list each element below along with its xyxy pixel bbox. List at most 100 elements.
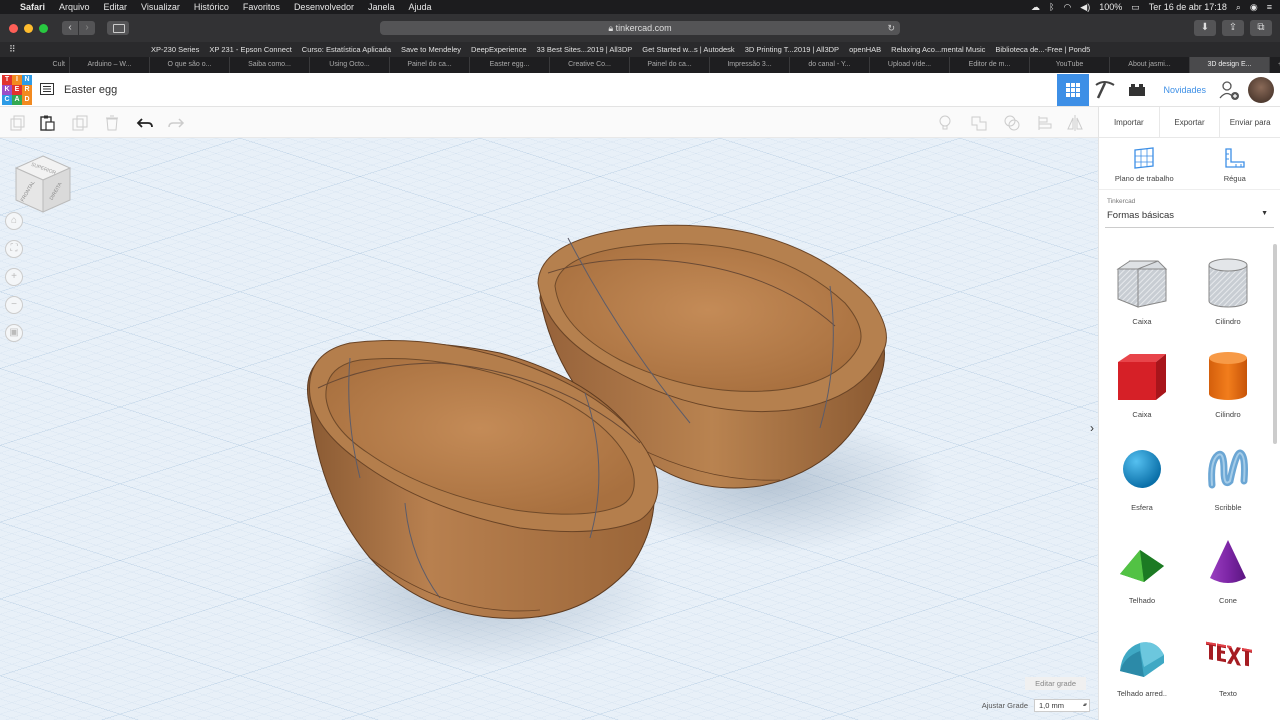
menu-janela[interactable]: Janela [368,2,395,12]
bookmark-item[interactable]: Biblioteca de...-Free | Pond5 [995,45,1090,54]
shape-box-hole[interactable]: Caixa [1099,255,1185,348]
mirror-icon[interactable] [1066,114,1084,132]
browser-tab[interactable]: Impressão 3... [710,57,790,73]
bookmark-item[interactable]: 3D Printing T...2019 | All3DP [745,45,839,54]
design-list-icon[interactable] [40,83,54,95]
home-view-button[interactable]: ⌂ [5,212,23,230]
menu-app[interactable]: Safari [20,2,45,12]
shape-sphere[interactable]: Esfera [1099,441,1185,534]
shape-roof[interactable]: Telhado [1099,534,1185,627]
battery-status[interactable]: 100% [1099,2,1122,12]
bricks-button[interactable] [1121,74,1153,106]
workplane-tool[interactable]: Plano de trabalho [1099,138,1190,189]
tinkercad-logo[interactable]: TINKERCAD [2,75,32,105]
view-cube[interactable]: SUPERIOR FRONTAL DIREITA [14,154,72,216]
ungroup-icon[interactable] [1003,114,1021,132]
browser-tab[interactable]: Using Octo... [310,57,390,73]
spotlight-icon[interactable]: ⌕ [1236,2,1241,13]
new-tab-icon[interactable]: + [1270,57,1280,73]
reload-icon[interactable]: ↻ [887,21,895,35]
undo-icon[interactable] [136,114,154,132]
browser-tab[interactable]: Cult [0,57,70,73]
bookmark-item[interactable]: XP 231 - Epson Connect [209,45,291,54]
cloud-icon[interactable]: ☁ [1031,2,1040,13]
ortho-view-button[interactable]: ▣ [5,324,23,342]
bookmark-item[interactable]: Relaxing Aco...mental Music [891,45,985,54]
notification-center-icon[interactable]: ≡ [1267,2,1272,12]
shape-scribble[interactable]: Scribble [1185,441,1271,534]
duplicate-icon[interactable] [71,114,89,132]
bookmark-item[interactable]: Curso: Estatística Aplicada [302,45,391,54]
menu-desenvolvedor[interactable]: Desenvolvedor [294,2,354,12]
bookmark-item[interactable]: Save to Mendeley [401,45,461,54]
volume-icon[interactable]: ◀) [1080,2,1090,13]
top-sites-icon[interactable]: ⠿ [9,44,19,55]
tabs-overview-button[interactable]: ⧉ [1250,20,1272,36]
workplane-scene[interactable] [0,138,1098,720]
add-user-icon[interactable] [1218,79,1240,101]
back-button[interactable]: ‹ [62,21,78,35]
sidebar-toggle-button[interactable] [107,21,129,35]
menu-editar[interactable]: Editar [104,2,128,12]
send-to-button[interactable]: Enviar para [1220,107,1280,137]
zoom-out-button[interactable]: − [5,296,23,314]
shape-cone[interactable]: Cone [1185,534,1271,627]
browser-tab[interactable]: do canal - Y... [790,57,870,73]
downloads-button[interactable]: ⬇ [1194,20,1216,36]
browser-tab[interactable]: Arduino – W... [70,57,150,73]
zoom-in-button[interactable]: + [5,268,23,286]
bluetooth-icon[interactable]: ᛒ [1049,2,1054,12]
shape-cylinder-hole[interactable]: Cilindro [1185,255,1271,348]
shape-cylinder[interactable]: Cilindro [1185,348,1271,441]
shape-box[interactable]: Caixa [1099,348,1185,441]
workplane-viewport[interactable]: SUPERIOR FRONTAL DIREITA ⌂ ⛶ + − ▣ › Edi… [0,138,1098,720]
address-bar[interactable]: 🔒︎ tinkercad.com ↻ [380,21,900,35]
blocks-button[interactable] [1089,74,1121,106]
news-link[interactable]: Novidades [1163,85,1206,95]
browser-tab[interactable]: Easter egg... [470,57,550,73]
browser-tab-active[interactable]: 3D design E... [1190,57,1270,73]
browser-tab[interactable]: Editor de m... [950,57,1030,73]
browser-tab[interactable]: Painel do ca... [630,57,710,73]
browser-tab[interactable]: O que são o... [150,57,230,73]
browser-tab[interactable]: Painel do ca... [390,57,470,73]
browser-tab[interactable]: Creative Co... [550,57,630,73]
panel-collapse-icon[interactable]: › [1090,421,1094,435]
siri-icon[interactable]: ◉ [1250,2,1258,13]
browser-tab[interactable]: Saiba como... [230,57,310,73]
close-window-button[interactable] [9,23,18,33]
redo-icon[interactable] [167,114,185,132]
snap-grid-select[interactable]: 1,0 mm [1034,699,1090,712]
export-button[interactable]: Exportar [1160,107,1221,137]
ruler-tool[interactable]: Régua [1190,138,1280,189]
menu-favoritos[interactable]: Favoritos [243,2,280,12]
zoom-window-button[interactable] [39,23,48,33]
group-icon[interactable] [970,114,988,132]
shape-round-roof[interactable]: Telhado arred.. [1099,627,1185,720]
browser-tab[interactable]: Upload víde... [870,57,950,73]
import-button[interactable]: Importar [1099,107,1160,137]
align-icon[interactable] [1036,114,1054,132]
browser-tab[interactable]: About jasmi... [1110,57,1190,73]
design-title[interactable]: Easter egg [64,84,117,96]
clock[interactable]: Ter 16 de abr 17:18 [1149,2,1227,12]
copy-icon[interactable] [8,114,26,132]
forward-button[interactable]: › [79,21,95,35]
delete-icon[interactable] [103,114,121,132]
avatar[interactable] [1248,77,1274,103]
browser-tab[interactable]: YouTube [1030,57,1110,73]
lightbulb-icon[interactable] [936,114,954,132]
edit-grid-button[interactable]: Editar grade [1025,677,1086,690]
menu-ajuda[interactable]: Ajuda [409,2,432,12]
bookmark-item[interactable]: openHAB [849,45,881,54]
minimize-window-button[interactable] [24,23,33,33]
shape-library-select[interactable]: Tinkercad Formas básicas ▼ [1105,198,1274,228]
3d-view-button[interactable] [1057,74,1090,106]
menu-arquivo[interactable]: Arquivo [59,2,90,12]
bookmark-item[interactable]: XP-230 Series [151,45,199,54]
panel-scrollbar[interactable] [1273,244,1277,444]
menu-historico[interactable]: Histórico [194,2,229,12]
fit-view-button[interactable]: ⛶ [5,240,23,258]
shape-text[interactable]: Texto [1185,627,1271,720]
bookmark-item[interactable]: DeepExperience [471,45,526,54]
